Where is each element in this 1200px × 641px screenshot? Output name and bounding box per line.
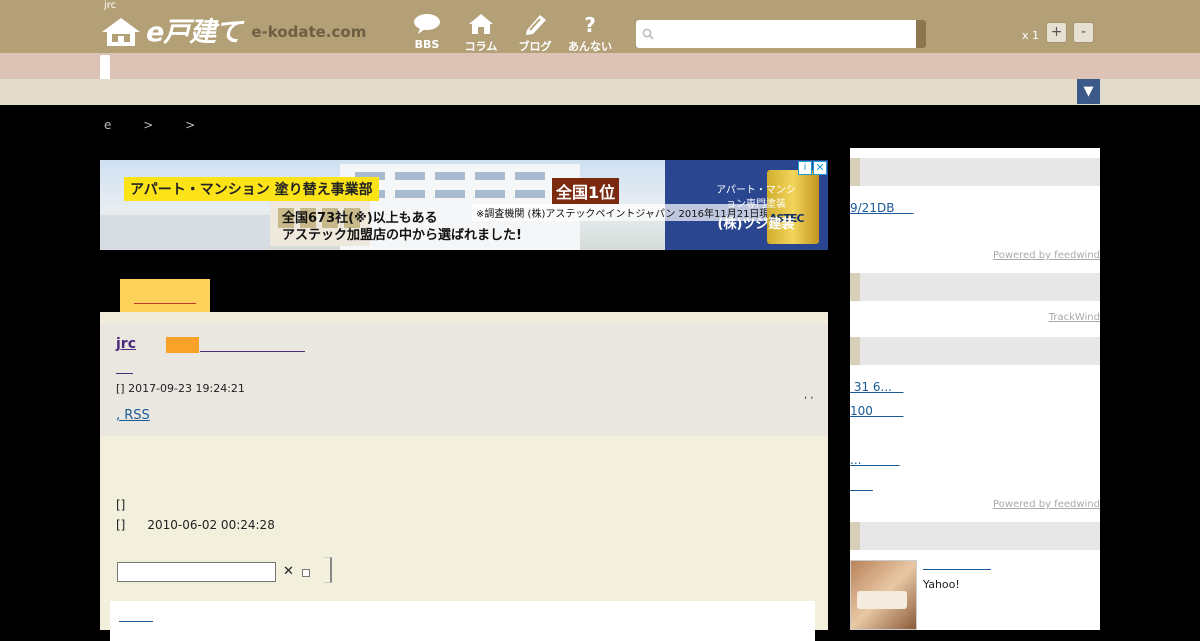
house-icon [457, 12, 505, 38]
zoom-out-button[interactable]: - [1073, 22, 1094, 43]
house-logo-icon [102, 18, 140, 46]
pen-icon [511, 12, 559, 38]
nav-label: コラム [464, 40, 498, 53]
sidebar-feed-link[interactable]: ... [850, 453, 900, 467]
nav-column[interactable]: コラム [457, 12, 505, 54]
ad-company-name: (株)ツジ建装 [717, 217, 795, 232]
article-link[interactable] [923, 569, 991, 570]
post-title-underline [200, 351, 305, 352]
logo-domain: e-kodate.com [251, 23, 367, 41]
banner-ad[interactable]: アパート・マンション 塗り替え事業部 全国673社(※)以上もある アステック加… [100, 160, 828, 250]
powered-by-link[interactable]: Powered by feedwind [993, 250, 1100, 261]
search-icon [642, 28, 654, 43]
svg-text:?: ? [584, 13, 596, 36]
sidebar-feed-link[interactable]: 100 [850, 404, 903, 418]
zoom-level: x 1 [1022, 29, 1040, 42]
rss-link[interactable]: , RSS [116, 408, 150, 423]
menu-dropdown-button[interactable]: ▼ [1077, 79, 1100, 104]
post-line2-prefix: [] [116, 518, 126, 532]
speech-bubble-icon [403, 12, 451, 38]
nav-bbs[interactable]: BBS [403, 12, 451, 51]
zoom-in-button[interactable]: + [1046, 22, 1067, 43]
breadcrumb[interactable]: e > > [104, 118, 195, 132]
post-line1: [] [116, 498, 126, 512]
furniture-image [857, 591, 907, 609]
powered-by-link[interactable]: Powered by feedwind [993, 499, 1100, 510]
site-logo[interactable]: e戸建て e-kodate.com [100, 16, 366, 48]
search-input[interactable] [658, 23, 908, 45]
sidebar-feed-link[interactable]: 31 6... [850, 380, 903, 394]
sidebar-section-header [850, 158, 1100, 186]
author-link[interactable] [116, 373, 133, 374]
nav-blog[interactable]: ブログ [511, 12, 559, 54]
post-body: [] [] 2010-06-02 00:24:28 ✕ [100, 436, 828, 641]
category-tab-bar [0, 53, 1200, 79]
post-header: jrc [] 2017-09-23 19:24:21 , , , RSS [100, 312, 828, 436]
clear-icon[interactable]: ✕ [283, 564, 294, 579]
category-tab-active[interactable] [100, 55, 110, 79]
article-source: Yahoo! [923, 578, 960, 591]
reply-checkbox[interactable] [302, 569, 310, 577]
tab-underline [134, 303, 196, 304]
sidebar-section-header [850, 522, 1100, 550]
ad-close-icon[interactable]: ✕ [813, 161, 827, 175]
reply-link[interactable] [119, 621, 153, 622]
ad-headline: アパート・マンション 塗り替え事業部 [124, 177, 379, 201]
sidebar-feed-link[interactable]: 9/21DB [850, 201, 914, 215]
sub-nav-bar: ▼ [0, 79, 1200, 105]
trackwind-link[interactable]: TrackWind [1049, 312, 1100, 323]
thread-tab[interactable] [120, 279, 210, 312]
search-box [636, 20, 926, 48]
sidebar-section-header [850, 273, 1100, 301]
nav-label: ブログ [518, 40, 552, 53]
reply-area [110, 601, 815, 641]
post-line2-date: 2010-06-02 00:24:28 [147, 518, 275, 532]
post-line2: [] 2010-06-02 00:24:28 [116, 518, 275, 532]
nav-label: BBS [414, 38, 440, 51]
post-date: [] 2017-09-23 19:24:21 [116, 382, 245, 395]
logo-text: e戸建て [146, 16, 242, 48]
ad-info-icon[interactable]: i [798, 161, 812, 175]
post-title-link[interactable]: jrc [116, 336, 136, 352]
post-tag-badge [166, 337, 199, 353]
reply-name-input[interactable] [117, 562, 276, 582]
reply-submit-button[interactable] [324, 557, 332, 583]
article-thumbnail[interactable] [850, 560, 917, 630]
nav-guide[interactable]: ? あんない [566, 12, 614, 54]
site-tag: jrc [104, 0, 117, 11]
sidebar: 9/21DB Powered by feedwind TrackWind 31 … [850, 148, 1100, 630]
ad-company: アパート・マンション専門塗装 (株)ツジ建装 [716, 184, 796, 232]
ad-rank-badge: 全国1位 [552, 178, 620, 204]
question-icon: ? [566, 12, 614, 38]
site-header: jrc e戸建て e-kodate.com BBS コラム ブログ ? あんない… [0, 0, 1200, 53]
ad-copy-line2: アステック加盟店の中から選ばれました! [282, 228, 522, 243]
sidebar-feed-link[interactable] [850, 478, 873, 492]
nav-label: あんない [568, 40, 612, 53]
share-dots[interactable]: , , [804, 390, 814, 401]
sidebar-section-header [850, 337, 1100, 365]
ad-company-sub: アパート・マンション専門塗装 [716, 185, 796, 210]
